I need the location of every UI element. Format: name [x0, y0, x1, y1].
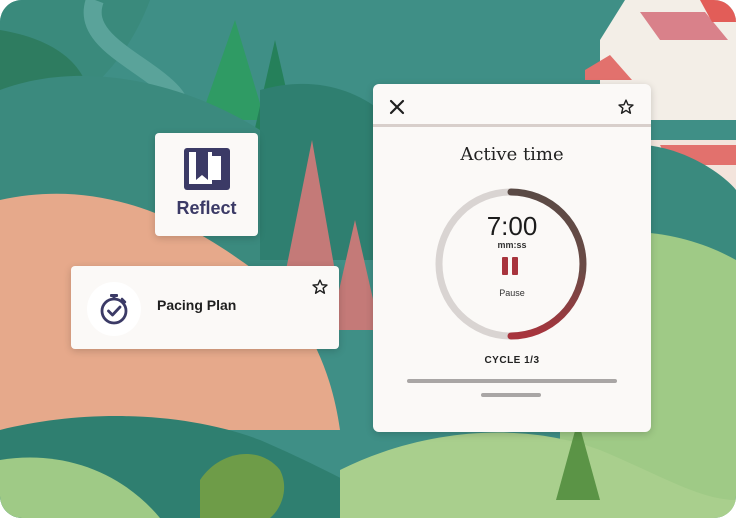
pause-button[interactable] — [500, 256, 520, 276]
panel-heading: Active time — [460, 144, 564, 165]
pacing-avatar — [87, 282, 141, 336]
time-unit-label: mm:ss — [497, 240, 527, 250]
star-outline-icon[interactable] — [311, 278, 329, 296]
reflect-label: Reflect — [176, 198, 237, 218]
pause-label: Pause — [499, 288, 525, 298]
sheet-drag-handle[interactable] — [481, 393, 541, 397]
bookmark-book-icon — [183, 148, 230, 190]
stopwatch-check-icon — [100, 294, 128, 325]
pause-icon — [502, 257, 508, 275]
illustrated-background: Reflect Pacing Plan Active time 7:00 mm:… — [0, 0, 736, 518]
cycle-counter: CYCLE 1/3 — [484, 355, 540, 366]
star-outline-icon[interactable] — [617, 98, 635, 116]
cycle-progress-track — [407, 379, 617, 383]
panel-toolbar — [373, 84, 651, 127]
pacing-plan-title: Pacing Plan — [157, 297, 237, 313]
close-icon[interactable] — [389, 99, 405, 115]
reflect-tile[interactable]: Reflect — [155, 133, 258, 236]
active-time-panel: Active time 7:00 mm:ss Pause CYCLE 1/3 — [373, 84, 651, 432]
pacing-plan-card[interactable]: Pacing Plan — [71, 266, 339, 349]
time-display: 7:00 — [486, 211, 538, 241]
